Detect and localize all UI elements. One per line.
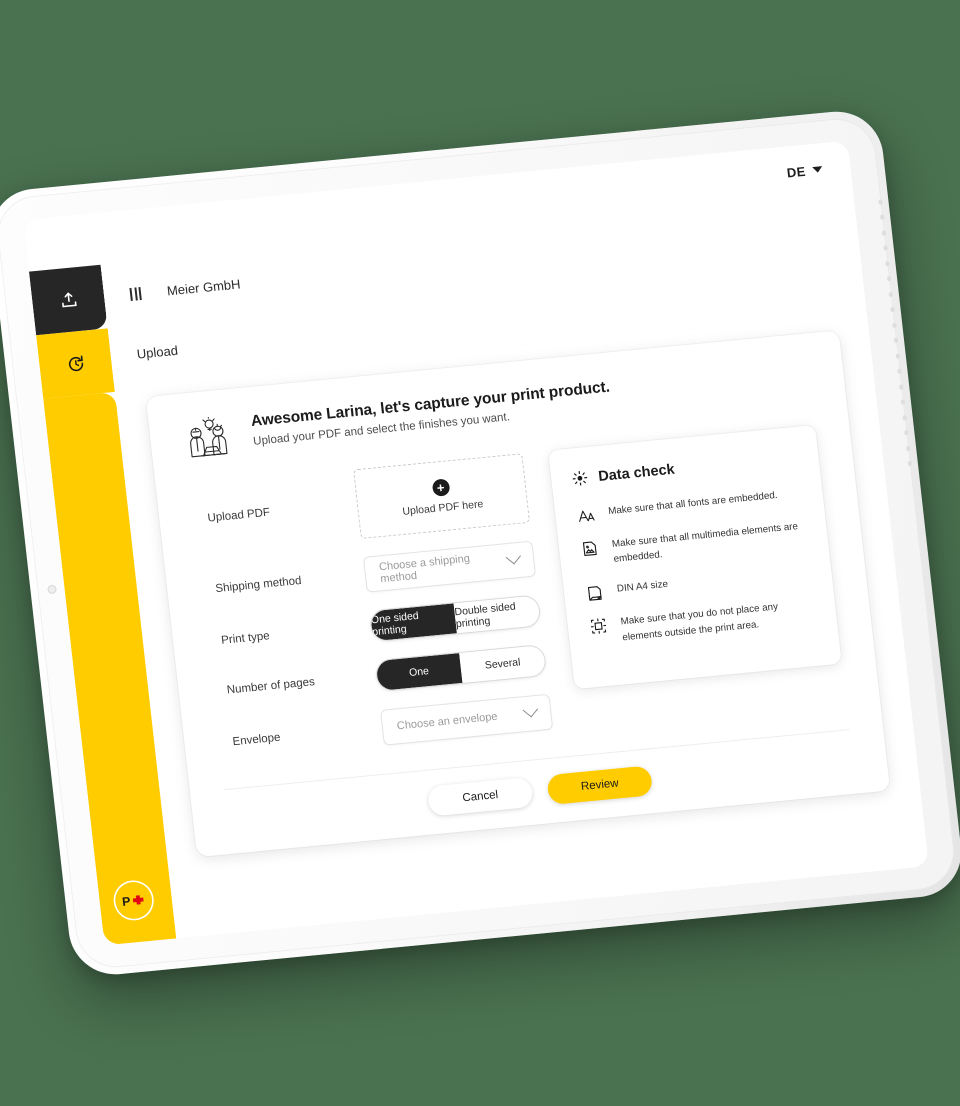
image-icon <box>578 538 600 558</box>
data-check-item: DIN A4 size <box>583 563 812 603</box>
shipping-method-select[interactable]: Choose a shipping method <box>362 540 537 593</box>
language-selector[interactable]: DE <box>786 162 823 180</box>
form-column: Upload PDF + Upload PDF here Shipping me… <box>190 453 555 779</box>
pdf-dropzone[interactable]: + Upload PDF here <box>353 453 531 540</box>
data-check-item: Make sure that all multimedia elements a… <box>578 518 808 570</box>
field-label: Upload PDF <box>206 506 271 525</box>
pages-toggle[interactable]: One Several <box>374 643 548 693</box>
data-check-item: Make sure that all fonts are embedded. <box>575 486 804 526</box>
app-body: P Meier GmbH Upload Awesome Larina, let'… <box>28 192 929 946</box>
chevron-down-icon <box>522 701 539 718</box>
font-aa-icon <box>575 505 597 525</box>
lightbulb-icon <box>572 470 588 486</box>
chevron-down-icon <box>812 166 823 174</box>
data-check-text: Make sure that all fonts are embedded. <box>607 489 779 518</box>
organization-name: Meier GmbH <box>166 275 242 298</box>
print-type-toggle[interactable]: One sided printing Double sided printing <box>368 594 542 643</box>
segment-double-sided[interactable]: Double sided printing <box>453 595 541 634</box>
envelope-select[interactable]: Choose an envelope <box>380 693 554 746</box>
field-shipping-method: Shipping method Choose a shipping method <box>214 540 537 607</box>
data-check-text: DIN A4 size <box>616 579 669 595</box>
breadcrumb: Upload <box>135 342 179 362</box>
card-header-text: Awesome Larina, let's capture your print… <box>250 379 613 448</box>
select-placeholder: Choose an envelope <box>396 710 499 733</box>
field-label: Envelope <box>232 731 282 749</box>
upload-tray-icon <box>61 292 77 307</box>
field-number-of-pages: Number of pages One Several <box>225 643 548 706</box>
plus-circle-icon: + <box>431 477 450 497</box>
crop-marks-icon <box>587 616 609 636</box>
select-placeholder: Choose a shipping method <box>378 552 471 586</box>
data-check-title: Data check <box>597 461 676 485</box>
data-check-item: Make sure that you do not place any elem… <box>587 596 817 648</box>
data-check-header: Data check <box>571 449 800 488</box>
page-icon <box>583 583 605 603</box>
data-check-column: Data check Make sure that all fonts are … <box>548 424 848 745</box>
field-envelope: Envelope Choose an envelope <box>231 693 554 760</box>
review-button[interactable]: Review <box>546 765 654 806</box>
tablet-screen: DE P Meier GmbH Upload Awesome Larina, l… <box>23 140 929 946</box>
svg-text:P: P <box>121 894 131 909</box>
segment-one-sided[interactable]: One sided printing <box>369 603 457 642</box>
history-clock-icon <box>68 355 83 371</box>
tablet-device: DE P Meier GmbH Upload Awesome Larina, l… <box>0 107 960 979</box>
field-print-type: Print type One sided printing Double sid… <box>220 594 542 656</box>
data-check-card: Data check Make sure that all fonts are … <box>548 424 842 689</box>
field-upload-pdf: Upload PDF + Upload PDF here <box>204 453 531 553</box>
upload-card: Awesome Larina, let's capture your print… <box>145 330 891 858</box>
card-columns: Upload PDF + Upload PDF here Shipping me… <box>190 424 848 779</box>
segment-several[interactable]: Several <box>459 645 547 683</box>
field-label: Shipping method <box>214 574 303 596</box>
cancel-button[interactable]: Cancel <box>426 776 534 817</box>
content-column: Meier GmbH Upload Awesome Larina, let's … <box>100 192 929 939</box>
hamburger-icon[interactable] <box>129 286 142 301</box>
post-logo-icon: P <box>121 894 144 909</box>
page-area: Awesome Larina, let's capture your print… <box>114 311 929 939</box>
field-label: Print type <box>220 630 271 647</box>
app-window: DE P Meier GmbH Upload Awesome Larina, l… <box>23 140 929 946</box>
data-check-text: Make sure that all multimedia elements a… <box>611 521 799 566</box>
screenshot-stage: DE P Meier GmbH Upload Awesome Larina, l… <box>0 0 960 1106</box>
field-label: Number of pages <box>226 676 316 697</box>
sidebar-item-upload[interactable] <box>28 264 108 336</box>
dropzone-label: Upload PDF here <box>401 497 484 518</box>
swiss-post-logo[interactable]: P <box>111 878 156 923</box>
people-idea-illustration <box>190 416 228 458</box>
sidebar-item-history[interactable] <box>36 328 115 399</box>
language-label: DE <box>785 163 807 181</box>
segment-one[interactable]: One <box>375 653 463 691</box>
data-check-text: Make sure that you do not place any elem… <box>620 601 779 643</box>
